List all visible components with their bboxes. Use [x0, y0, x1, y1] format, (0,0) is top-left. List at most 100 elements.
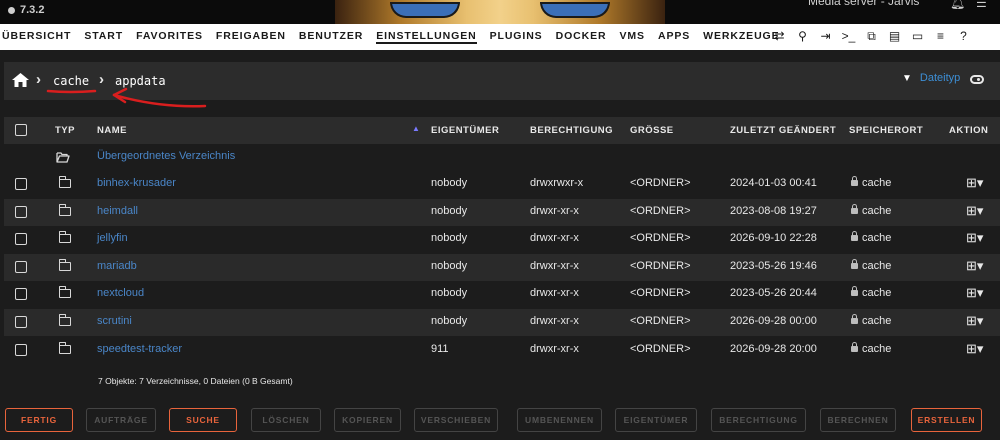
row-checkbox[interactable] [15, 316, 27, 328]
folder-name-link[interactable]: speedtest-tracker [97, 343, 182, 355]
permission-cell: drwxr-xr-x [530, 232, 579, 245]
banner-image [335, 0, 665, 24]
table-row[interactable]: mariadb nobody drwxr-xr-x <ORDNER> 2023-05-2… [4, 253, 1000, 281]
row-checkbox[interactable] [15, 178, 27, 190]
logout-icon[interactable]: ⇥ [814, 29, 837, 44]
copy-icon[interactable]: ⧉ [860, 29, 883, 44]
row-action-menu-icon[interactable]: ⊞▾ [966, 175, 983, 191]
verschieben-button[interactable]: VERSCHIEBEN [414, 408, 498, 432]
nav-item-benutzer[interactable]: BENUTZER [299, 30, 363, 44]
row-action-menu-icon[interactable]: ⊞▾ [966, 341, 983, 357]
row-action-menu-icon[interactable]: ⊞▾ [966, 313, 983, 329]
col-location[interactable]: SPEICHERORT [849, 125, 923, 136]
permission-cell: drwxr-xr-x [530, 259, 579, 272]
row-action-menu-icon[interactable]: ⊞▾ [966, 230, 983, 246]
folder-name-link[interactable]: nextcloud [97, 287, 144, 299]
info-icon [8, 6, 15, 14]
filter-button[interactable]: ▼ Dateityp [902, 72, 960, 84]
suche-button[interactable]: SUCHE [169, 408, 237, 432]
help-icon[interactable]: ? [952, 29, 975, 44]
location-label: cache [862, 177, 892, 189]
location-cell: cache [851, 258, 891, 272]
breadcrumb: › cache › appdata ▼ Dateityp [4, 62, 1000, 100]
row-action-menu-icon[interactable]: ⊞▾ [966, 258, 983, 274]
owner-cell: nobody [431, 259, 468, 272]
nav-item-einstellungen[interactable]: EINSTELLUNGEN [376, 30, 477, 44]
permission-cell: drwxr-xr-x [530, 315, 579, 327]
monitor-icon[interactable]: ▭ [906, 29, 929, 44]
folder-name-link[interactable]: heimdall [97, 205, 138, 217]
umbenennen-button[interactable]: UMBENENNEN [517, 408, 602, 432]
home-icon[interactable] [12, 73, 29, 87]
col-size[interactable]: GRÖSSE [630, 125, 674, 136]
select-all-checkbox[interactable] [15, 124, 27, 136]
col-owner[interactable]: EIGENTÜMER [431, 125, 499, 136]
terminal-icon[interactable]: >_ [837, 29, 860, 44]
version-label: 7.3.2 [8, 4, 44, 16]
location-cell: cache [851, 176, 892, 189]
view-toggle-icon[interactable] [970, 75, 984, 84]
row-checkbox[interactable] [15, 260, 27, 273]
table-row[interactable]: nextcloud nobody drwxr-xr-x <ORDNER> 2023-05… [4, 281, 1000, 309]
kopieren-button[interactable]: KOPIEREN [334, 408, 401, 432]
nav-icons: ⇄ ⚲ ⇥ >_ ⧉ ▤ ▭ ≡ ? [768, 29, 975, 44]
parent-directory-link[interactable]: Übergeordnetes Verzeichnis [97, 150, 235, 162]
table-row[interactable]: jellyfin nobody drwxr-xr-x <ORDNER> 2026-09-… [4, 226, 1000, 254]
row-checkbox[interactable] [15, 288, 27, 301]
folder-name-link[interactable]: binhex-krusader [97, 177, 176, 189]
breadcrumb-item-appdata[interactable]: appdata [115, 74, 166, 88]
sync-icon[interactable]: ⇄ [768, 29, 791, 44]
folder-name-link[interactable]: jellyfin [97, 232, 128, 244]
folder-name-link[interactable]: scrutini [97, 315, 132, 327]
table-row[interactable]: speedtest-tracker 911 drwxr-xr-x <ORDNER> 20… [4, 336, 1000, 364]
col-modified[interactable]: ZULETZT GEÄNDERT [730, 125, 836, 136]
size-cell: <ORDNER> [630, 177, 691, 189]
folder-name-link[interactable]: mariadb [97, 260, 137, 272]
row-checkbox[interactable] [15, 205, 27, 218]
menu-icon[interactable]: ☰ [976, 0, 987, 10]
col-name[interactable]: NAME [97, 125, 127, 136]
aufträge-button[interactable]: AUFTRÄGE [86, 408, 156, 432]
nav-item-favorites[interactable]: FAVORITES [136, 30, 203, 44]
permission-cell: drwxr-xr-x [530, 342, 579, 355]
modified-cell: 2026-09-28 20:00 [730, 342, 817, 355]
search-icon[interactable]: ⚲ [791, 29, 814, 44]
row-checkbox[interactable] [15, 343, 27, 356]
location-label: cache [862, 342, 892, 355]
erstellen-button[interactable]: ERSTELLEN [911, 408, 982, 432]
breadcrumb-item-cache[interactable]: cache [53, 74, 89, 88]
lock-icon [851, 314, 858, 324]
nav-item-docker[interactable]: DOCKER [556, 30, 607, 44]
row-action-menu-icon[interactable]: ⊞▾ [966, 203, 983, 219]
eigentümer-button[interactable]: EIGENTÜMER [615, 408, 697, 432]
folder-icon [58, 341, 71, 354]
col-permission[interactable]: BERECHTIGUNG [530, 125, 613, 136]
table-row[interactable]: binhex-krusader nobody drwxrwxr-x <ORDNER> 2… [4, 171, 1000, 198]
berechtigung-button[interactable]: BERECHTIGUNG [711, 408, 806, 432]
permission-cell: drwxr-xr-x [530, 204, 579, 217]
sort-asc-icon[interactable]: ▲ [412, 124, 420, 133]
feedback-icon[interactable]: ▤ [883, 29, 906, 44]
size-cell: <ORDNER> [630, 315, 691, 327]
filter-icon: ▼ [902, 73, 912, 84]
löschen-button[interactable]: LÖSCHEN [251, 408, 321, 432]
col-action[interactable]: AKTION [949, 125, 988, 136]
row-checkbox[interactable] [15, 233, 27, 246]
nav-item-freigaben[interactable]: FREIGABEN [216, 30, 286, 44]
nav-item-apps[interactable]: APPS [658, 30, 690, 44]
nav-item-übersicht[interactable]: ÜBERSICHT [2, 30, 71, 44]
table-row[interactable]: heimdall nobody drwxr-xr-x <ORDNER> 2023-08-… [4, 198, 1000, 226]
parent-directory-row[interactable]: Übergeordnetes Verzeichnis [4, 144, 1000, 171]
col-typ[interactable]: TYP [55, 125, 75, 136]
table-row[interactable]: scrutini nobody drwxr-xr-x <ORDNER> 2026-09-… [4, 309, 1000, 336]
lock-icon [851, 286, 858, 297]
nav-item-plugins[interactable]: PLUGINS [490, 30, 543, 44]
row-action-menu-icon[interactable]: ⊞▾ [966, 285, 983, 301]
log-icon[interactable]: ≡ [929, 29, 952, 44]
berechnen-button[interactable]: BERECHNEN [820, 408, 896, 432]
server-name: Media server - Jarvis [808, 0, 920, 8]
fertig-button[interactable]: FERTIG [5, 408, 73, 432]
bell-icon[interactable]: 🔔︎ [950, 0, 965, 10]
nav-item-start[interactable]: START [84, 30, 123, 44]
nav-item-vms[interactable]: VMS [620, 30, 645, 44]
